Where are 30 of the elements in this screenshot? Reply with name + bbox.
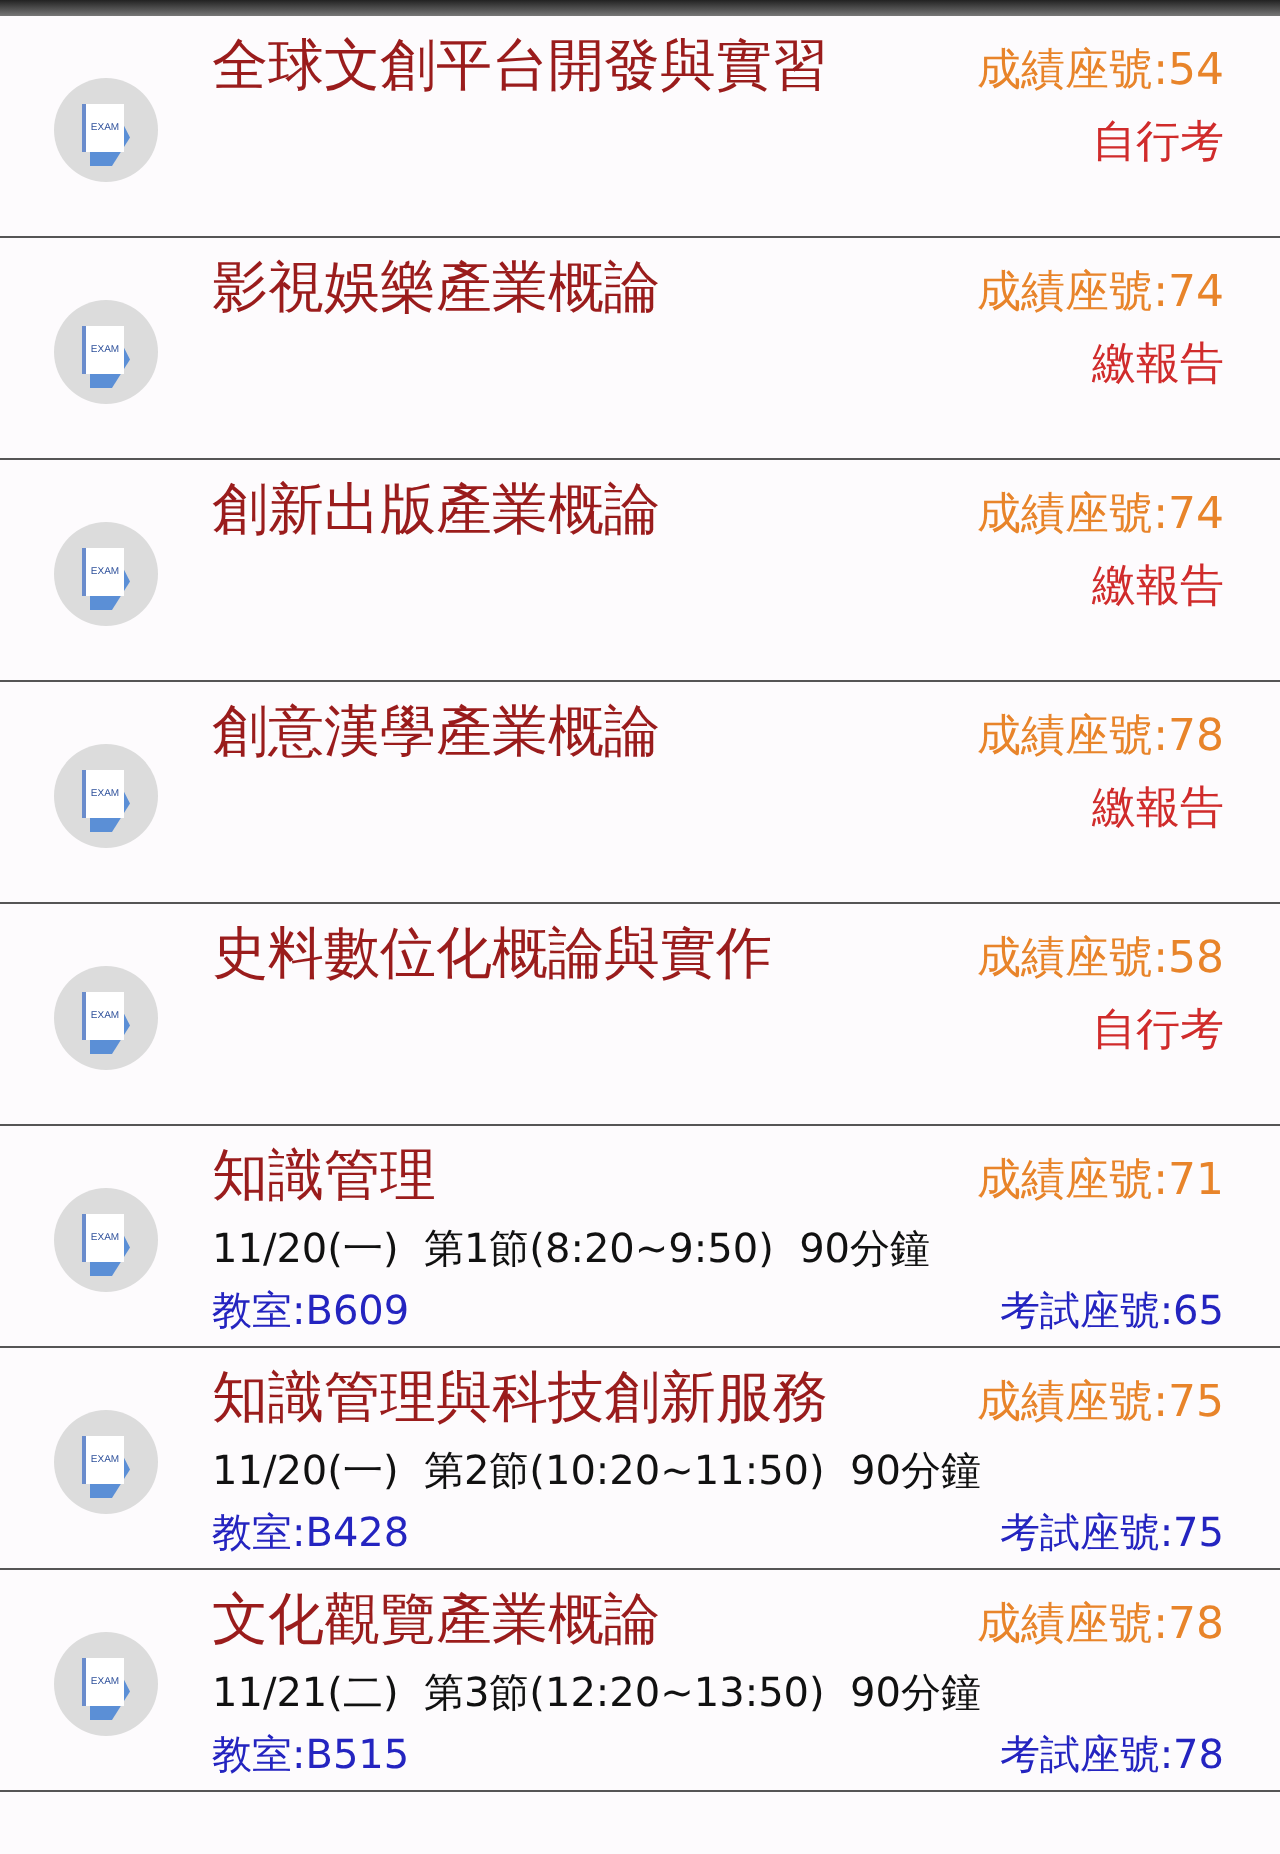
- exam-time: 11/20(一) 第2節(10:20~11:50) 90分鐘: [212, 1444, 983, 1498]
- classroom: 教室:B428: [212, 1506, 410, 1560]
- course-title: 創意漢學產業概論: [212, 696, 660, 768]
- classroom: 教室:B515: [212, 1728, 410, 1782]
- grade-seat: 成績座號:74: [977, 484, 1224, 544]
- course-title: 史料數位化概論與實作: [212, 918, 772, 990]
- grade-seat: 成績座號:78: [977, 1594, 1224, 1654]
- grade-seat: 成績座號:78: [977, 706, 1224, 766]
- course-title: 文化觀覽產業概論: [212, 1584, 660, 1656]
- course-title: 創新出版產業概論: [212, 474, 660, 546]
- exam-note: 自行考: [1092, 1004, 1224, 1060]
- grade-seat: 成績座號:74: [977, 262, 1224, 322]
- exam-seat: 考試座號:78: [999, 1728, 1224, 1782]
- course-title: 全球文創平台開發與實習: [212, 30, 828, 102]
- exam-time: 11/20(一) 第1節(8:20~9:50) 90分鐘: [212, 1222, 933, 1276]
- grade-seat: 成績座號:54: [977, 40, 1224, 100]
- exam-note: 繳報告: [1092, 560, 1224, 616]
- grade-seat: 成績座號:71: [977, 1150, 1224, 1210]
- exam-note: 自行考: [1092, 116, 1224, 172]
- course-title: 知識管理與科技創新服務: [212, 1362, 828, 1434]
- classroom: 教室:B609: [212, 1284, 410, 1338]
- course-title: 知識管理: [212, 1140, 436, 1212]
- exam-time: 11/21(二) 第3節(12:20~13:50) 90分鐘: [212, 1666, 983, 1720]
- exam-note: 繳報告: [1092, 338, 1224, 394]
- grade-seat: 成績座號:58: [977, 928, 1224, 988]
- exam-seat: 考試座號:65: [999, 1284, 1224, 1338]
- exam-note: 繳報告: [1092, 782, 1224, 838]
- course-title: 影視娛樂產業概論: [212, 252, 660, 324]
- grade-seat: 成績座號:75: [977, 1372, 1224, 1432]
- exam-seat: 考試座號:75: [999, 1506, 1224, 1560]
